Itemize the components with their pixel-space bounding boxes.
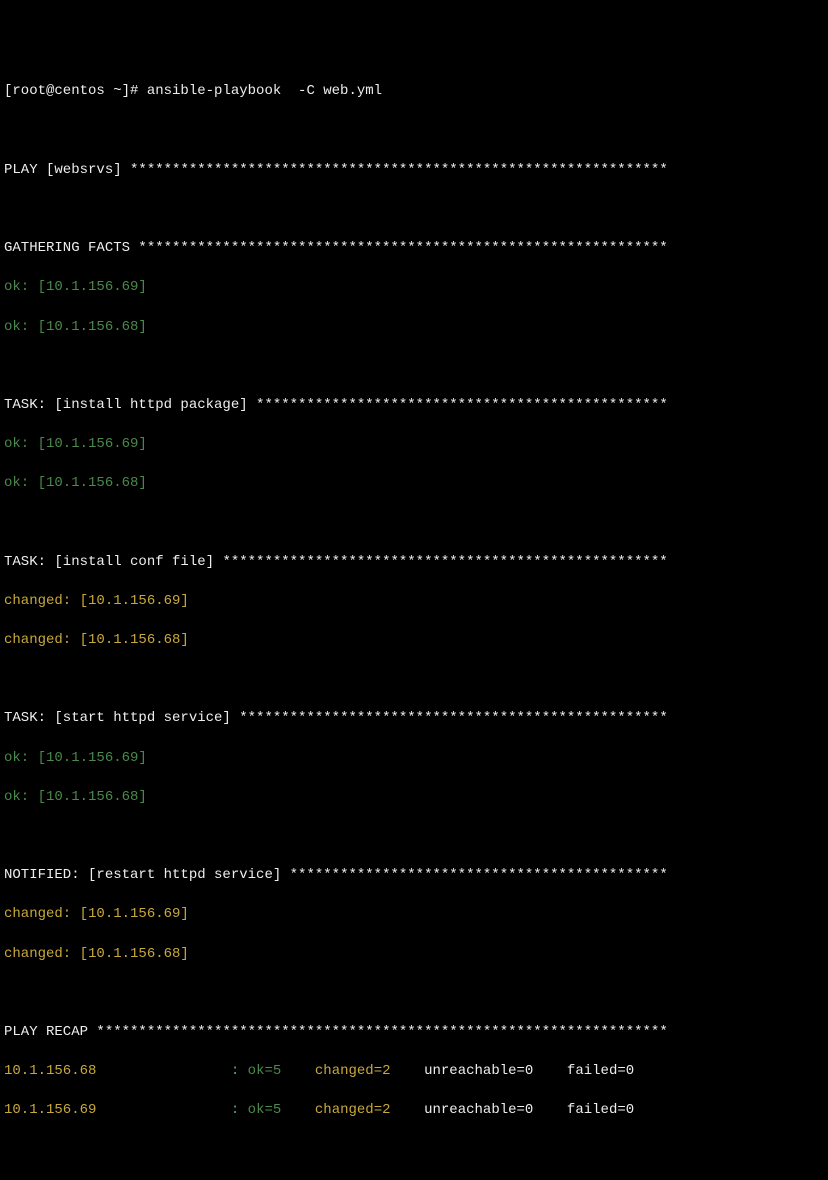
- gathering-facts-header: GATHERING FACTS ************************…: [4, 239, 824, 259]
- recap-pad: [96, 1063, 222, 1079]
- recap-row: 10.1.156.68 : ok=5 changed=2 unreachable…: [4, 1062, 824, 1082]
- task-header: TASK: [install conf file] **************…: [4, 553, 824, 573]
- ok-host-line: ok: [10.1.156.68]: [4, 788, 824, 808]
- play-label: PLAY [websrvs]: [4, 162, 130, 178]
- recap-ok: ok=5: [248, 1102, 307, 1118]
- task-label: TASK: [install httpd package]: [4, 397, 256, 413]
- task-header: TASK: [install httpd package] **********…: [4, 396, 824, 416]
- play-header: PLAY [websrvs] *************************…: [4, 161, 824, 181]
- recap-changed: changed=2: [306, 1063, 415, 1079]
- recap-unreachable: unreachable=0: [416, 1063, 559, 1079]
- task-label: TASK: [install conf file]: [4, 554, 222, 570]
- ok-host-line: ok: [10.1.156.68]: [4, 474, 824, 494]
- changed-host-line: changed: [10.1.156.68]: [4, 945, 824, 965]
- recap-unreachable: unreachable=0: [416, 1102, 559, 1118]
- ok-host-line: ok: [10.1.156.69]: [4, 749, 824, 769]
- recap-colon: :: [222, 1102, 247, 1118]
- blank-line: [4, 357, 824, 377]
- recap-failed: failed=0: [559, 1102, 660, 1118]
- recap-row: 10.1.156.69 : ok=5 changed=2 unreachable…: [4, 1101, 824, 1121]
- recap-label: PLAY RECAP: [4, 1024, 96, 1040]
- blank-line: [4, 1140, 824, 1160]
- prompt-line: [root@centos ~]# ansible-playbook -C web…: [4, 82, 824, 102]
- blank-line: [4, 122, 824, 142]
- notified-header: NOTIFIED: [restart httpd service] ******…: [4, 866, 824, 886]
- task-stars: ****************************************…: [256, 397, 676, 413]
- shell-command: ansible-playbook -C web.yml: [147, 83, 382, 99]
- changed-host-line: changed: [10.1.156.69]: [4, 905, 824, 925]
- task-label: TASK: [start httpd service]: [4, 710, 239, 726]
- play-stars: ****************************************…: [130, 162, 676, 178]
- shell-prompt: [root@centos ~]#: [4, 83, 147, 99]
- ok-host-line: ok: [10.1.156.68]: [4, 318, 824, 338]
- blank-line: [4, 670, 824, 690]
- task-header: TASK: [start httpd service] ************…: [4, 709, 824, 729]
- recap-host: 10.1.156.69: [4, 1102, 96, 1118]
- gather-label: GATHERING FACTS: [4, 240, 138, 256]
- changed-host-line: changed: [10.1.156.69]: [4, 592, 824, 612]
- notified-label: NOTIFIED: [restart httpd service]: [4, 867, 290, 883]
- recap-changed: changed=2: [306, 1102, 415, 1118]
- blank-line: [4, 200, 824, 220]
- recap-failed: failed=0: [559, 1063, 660, 1079]
- recap-colon: :: [222, 1063, 247, 1079]
- task-stars: ****************************************…: [239, 710, 676, 726]
- recap-ok: ok=5: [248, 1063, 307, 1079]
- changed-host-line: changed: [10.1.156.68]: [4, 631, 824, 651]
- ok-host-line: ok: [10.1.156.69]: [4, 435, 824, 455]
- blank-line: [4, 984, 824, 1004]
- recap-host: 10.1.156.68: [4, 1063, 96, 1079]
- task-stars: ****************************************…: [222, 554, 676, 570]
- gather-stars: ****************************************…: [138, 240, 676, 256]
- ok-host-line: ok: [10.1.156.69]: [4, 278, 824, 298]
- blank-line: [4, 827, 824, 847]
- recap-pad: [96, 1102, 222, 1118]
- play-recap-header: PLAY RECAP *****************************…: [4, 1023, 824, 1043]
- notified-stars: ****************************************…: [290, 867, 676, 883]
- blank-line: [4, 513, 824, 533]
- recap-stars: ****************************************…: [96, 1024, 676, 1040]
